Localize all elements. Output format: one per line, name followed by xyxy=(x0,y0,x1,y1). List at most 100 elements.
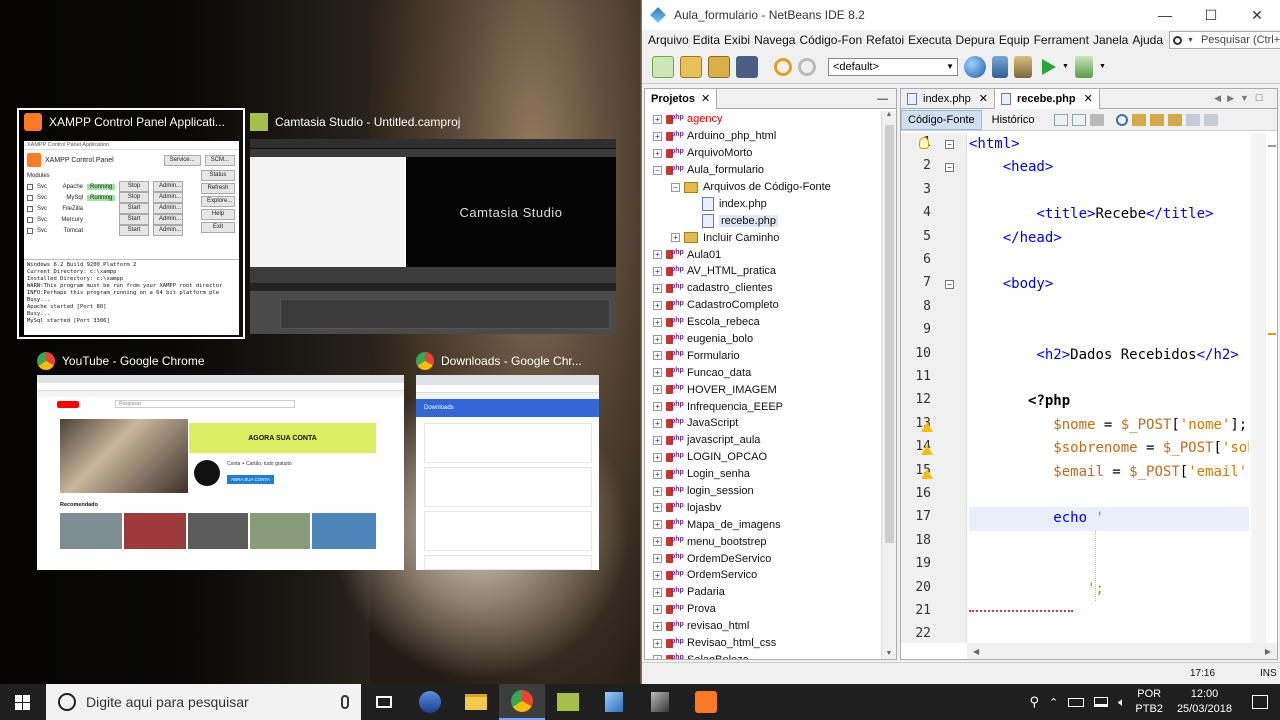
expand-icon[interactable]: − xyxy=(671,182,680,192)
close-button[interactable]: ✕ xyxy=(1234,7,1280,24)
xampp-side-button[interactable]: Explore... xyxy=(201,196,235,207)
back-icon[interactable] xyxy=(1054,113,1069,126)
tree-item[interactable]: + menu_bootstrep xyxy=(645,533,880,550)
xampp-side-button[interactable]: Exit xyxy=(201,222,235,233)
notification-icon[interactable] xyxy=(1252,695,1268,709)
maximize-button[interactable]: ☐ xyxy=(1188,7,1234,24)
menu-item[interactable]: Executa xyxy=(906,33,953,47)
xampp-side-button[interactable]: Status xyxy=(201,170,235,181)
menu-item[interactable]: Exibi xyxy=(722,33,752,47)
camtasia-taskbar-icon[interactable] xyxy=(545,684,591,720)
fold-icon[interactable]: − xyxy=(945,280,954,290)
xampp-side-button[interactable]: Refresh xyxy=(201,183,235,194)
task-view-icon[interactable] xyxy=(361,684,407,720)
scrollbar[interactable]: ▲ ▼ xyxy=(881,111,896,659)
module-action-button[interactable]: Start xyxy=(119,203,149,214)
expand-icon[interactable]: + xyxy=(653,554,662,564)
expand-icon[interactable]: + xyxy=(653,604,662,614)
undo-icon[interactable] xyxy=(774,57,792,76)
expand-icon[interactable]: + xyxy=(653,317,662,327)
tree-item[interactable]: + Formulario xyxy=(645,347,880,364)
menu-item[interactable]: Arquivo xyxy=(646,33,691,47)
open-project-icon[interactable] xyxy=(708,55,730,78)
task-view-youtube[interactable]: YouTube - Google Chrome Pesquisar AGORA … xyxy=(37,350,404,572)
tree-item[interactable]: + revisao_html xyxy=(645,618,880,635)
menu-item[interactable]: Depura xyxy=(954,33,997,47)
youtube-search[interactable]: Pesquisar xyxy=(115,400,295,408)
module-action-button[interactable]: Start xyxy=(119,225,149,236)
module-action-button[interactable]: Start xyxy=(119,214,149,225)
tree-item[interactable]: + Infrequencia_EEEP xyxy=(645,398,880,415)
expand-icon[interactable]: + xyxy=(653,520,662,530)
expand-icon[interactable]: + xyxy=(653,503,662,513)
tree-item[interactable]: + JavaScript xyxy=(645,415,880,432)
browser-icon[interactable] xyxy=(407,684,453,720)
tree-item[interactable]: + lojasbv xyxy=(645,499,880,516)
new-file-icon[interactable] xyxy=(652,55,674,78)
save-all-icon[interactable] xyxy=(736,55,758,78)
expand-icon[interactable]: + xyxy=(653,131,662,141)
tree-item[interactable]: + Arduino_php_html xyxy=(645,128,880,145)
tree-item[interactable]: + eugenia_bolo xyxy=(645,331,880,348)
service-button[interactable]: Service... xyxy=(163,154,201,166)
warning-icon[interactable] xyxy=(921,468,933,479)
tree-item[interactable]: + OrdemServico xyxy=(645,567,880,584)
checkbox[interactable] xyxy=(27,205,33,212)
menu-item[interactable]: Código-Fon xyxy=(797,33,864,47)
clean-build-icon[interactable] xyxy=(1014,55,1032,78)
expand-icon[interactable]: + xyxy=(653,587,662,597)
tree-item[interactable]: + AV_HTML_pratica xyxy=(645,263,880,280)
chevron-down-icon[interactable]: ▼ xyxy=(1099,63,1106,70)
expand-icon[interactable]: + xyxy=(653,537,662,547)
expand-icon[interactable]: + xyxy=(653,283,662,293)
build-icon[interactable] xyxy=(992,55,1008,78)
tab-navigation[interactable]: ◀▶▼☐ xyxy=(1214,93,1269,104)
expand-icon[interactable]: + xyxy=(653,452,662,462)
module-admin-button[interactable]: Admin... xyxy=(153,181,183,192)
expand-icon[interactable]: + xyxy=(653,368,662,378)
module-admin-button[interactable]: Admin... xyxy=(153,214,183,225)
shift-left-icon[interactable] xyxy=(1186,113,1201,126)
tree-item[interactable]: + Aula01 xyxy=(645,246,880,263)
tree-item[interactable]: + Prova xyxy=(645,601,880,618)
history-icon[interactable] xyxy=(1090,113,1105,126)
forward-icon[interactable] xyxy=(1072,113,1087,126)
fold-icon[interactable]: − xyxy=(945,140,954,149)
tree-item[interactable]: + Incluir Caminho xyxy=(645,229,880,246)
module-action-button[interactable]: Stop xyxy=(119,192,149,203)
tree-item[interactable]: + Escola_rebeca xyxy=(645,314,880,331)
taskbar-search[interactable]: Digite aqui para pesquisar xyxy=(46,684,361,720)
tree-item[interactable]: + Login_senha xyxy=(645,466,880,483)
tree-item[interactable]: + javascript_aula xyxy=(645,432,880,449)
checkbox[interactable] xyxy=(27,194,33,201)
hint-bulb-icon[interactable] xyxy=(919,137,929,149)
close-icon[interactable]: ✕ xyxy=(979,92,988,105)
expand-icon[interactable]: + xyxy=(653,638,662,648)
search-input[interactable]: ▼ Pesquisar (Ctrl+I) xyxy=(1169,31,1280,49)
checkbox[interactable] xyxy=(27,227,33,234)
next-occurrence-icon[interactable] xyxy=(1150,113,1165,126)
expand-icon[interactable]: + xyxy=(653,486,662,496)
tree-item[interactable]: + agency xyxy=(645,111,880,128)
tree-item[interactable]: + login_session xyxy=(645,483,880,500)
tab-history[interactable]: Histórico xyxy=(986,111,1041,129)
tree-item[interactable]: index.php xyxy=(645,195,880,212)
editor-hscroll[interactable]: ◀ ▶ xyxy=(967,643,1277,659)
toggle-highlight-icon[interactable] xyxy=(1168,113,1183,126)
open-account-button[interactable]: ABRA SUA CONTA xyxy=(227,475,274,484)
warning-icon[interactable] xyxy=(921,421,933,432)
editor-vscroll[interactable] xyxy=(1251,133,1265,643)
start-button[interactable] xyxy=(0,684,44,720)
expand-icon[interactable]: + xyxy=(653,655,662,659)
tree-item[interactable]: + ArquivoMorto xyxy=(645,145,880,162)
menu-item[interactable]: Equip xyxy=(997,33,1032,47)
tree-item[interactable]: recebe.php xyxy=(645,212,880,229)
close-icon[interactable]: ✕ xyxy=(1084,92,1093,105)
expand-icon[interactable]: + xyxy=(671,233,680,243)
task-view-camtasia[interactable]: Camtasia Studio - Untitled.camproj Camta… xyxy=(250,111,616,337)
run-icon[interactable] xyxy=(1042,58,1056,75)
fold-icon[interactable]: − xyxy=(945,163,954,173)
expand-icon[interactable]: + xyxy=(653,351,662,361)
tree-item[interactable]: − Aula_formulario xyxy=(645,162,880,179)
close-icon[interactable]: ✕ xyxy=(701,92,710,105)
